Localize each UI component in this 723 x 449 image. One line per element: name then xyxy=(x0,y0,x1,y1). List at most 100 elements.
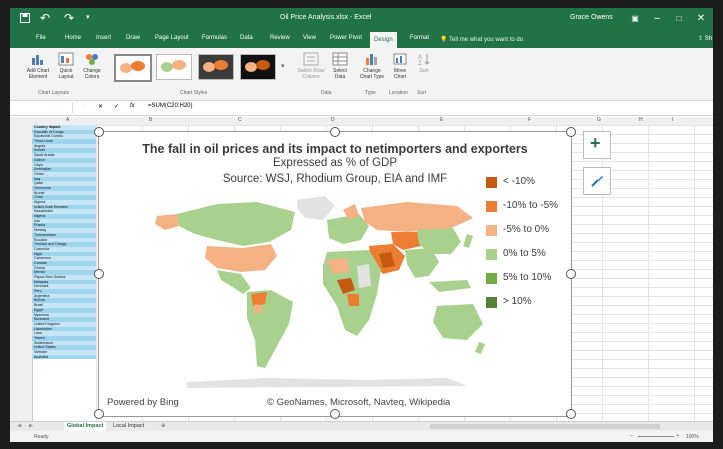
tab-format[interactable]: Format xyxy=(410,35,429,41)
tab-design[interactable]: Design xyxy=(370,32,397,48)
legend-swatch xyxy=(486,273,497,284)
sheet-tab-local-impact[interactable]: Local Impact xyxy=(110,422,147,431)
chart-type-icon xyxy=(366,54,377,65)
chart-style-2[interactable] xyxy=(156,54,192,80)
insert-function-icon[interactable]: fx xyxy=(130,103,135,109)
close-icon[interactable]: ✕ xyxy=(692,11,710,27)
zoom-in-icon[interactable]: + xyxy=(676,433,679,439)
minimize-icon[interactable]: – xyxy=(648,11,666,27)
chart-styles-more-icon[interactable]: ▾ xyxy=(281,62,285,70)
zoom-out-icon[interactable]: − xyxy=(630,433,633,439)
name-box[interactable] xyxy=(12,102,73,113)
zoom-slider[interactable] xyxy=(638,436,674,437)
select-data-label: Select Data xyxy=(333,68,347,80)
world-map[interactable] xyxy=(147,190,487,390)
user-name[interactable]: Grace Owens xyxy=(570,14,613,21)
undo-icon[interactable]: ↶ xyxy=(40,11,50,25)
column-header-a[interactable]: A xyxy=(66,117,69,123)
add-sheet-icon[interactable]: ⊕ xyxy=(158,422,169,431)
resize-handle-w[interactable] xyxy=(94,269,104,279)
quick-layout-button[interactable]: Quick Layout xyxy=(54,52,78,80)
legend-item[interactable]: -10% to -5% xyxy=(486,200,576,214)
chart-style-1[interactable] xyxy=(114,54,152,82)
tab-power-pivot[interactable]: Power Pivot xyxy=(330,35,362,41)
map-thumbnail-icon xyxy=(203,60,228,72)
cancel-icon[interactable]: ✕ xyxy=(98,103,103,110)
formula-input[interactable]: =SUM(C20:H20) xyxy=(148,103,193,109)
tab-formulas[interactable]: Formulas xyxy=(202,35,227,41)
tab-home[interactable]: Home xyxy=(65,35,81,41)
resize-handle-nw[interactable] xyxy=(94,127,104,137)
resize-handle-se[interactable] xyxy=(566,409,576,419)
window-title: Oil Price Analysis.xlsx - Excel xyxy=(280,14,372,21)
resize-handle-ne[interactable] xyxy=(566,127,576,137)
quick-layout-label: Quick Layout xyxy=(58,68,74,80)
tell-me-box[interactable]: 💡 Tell me what you want to do xyxy=(440,36,523,43)
column-header-c[interactable]: C xyxy=(238,117,242,123)
redo-icon[interactable]: ↷ xyxy=(64,11,74,25)
tab-page-layout[interactable]: Page Layout xyxy=(155,35,189,41)
legend-label: 0% to 5% xyxy=(503,248,546,259)
tab-file[interactable]: File xyxy=(36,35,46,41)
chart-style-4[interactable] xyxy=(240,54,276,80)
add-chart-element-button[interactable]: Add Chart Element xyxy=(26,52,50,80)
row-headers[interactable] xyxy=(10,125,33,421)
maximize-icon[interactable]: □ xyxy=(670,11,688,27)
legend-label: > 10% xyxy=(503,296,532,307)
column-header-d[interactable]: D xyxy=(331,117,335,123)
change-colors-button[interactable]: Change Colors xyxy=(80,52,104,80)
resize-handle-s[interactable] xyxy=(330,409,340,419)
sheet-scroll-left-icon[interactable]: ◀ xyxy=(14,422,24,431)
legend-item[interactable]: < -10% xyxy=(486,176,576,190)
horizontal-scrollbar[interactable] xyxy=(430,424,660,429)
chart-subtitle[interactable]: Expressed as % of GDP xyxy=(99,157,571,169)
chart-styles-button[interactable] xyxy=(583,167,611,195)
tab-draw[interactable]: Draw xyxy=(126,35,140,41)
group-location: Location xyxy=(389,90,408,96)
chart-style-3[interactable] xyxy=(198,54,234,80)
brush-icon xyxy=(591,176,603,187)
tab-review[interactable]: Review xyxy=(270,35,290,41)
move-chart-button[interactable]: Move Chart xyxy=(388,52,412,80)
tab-insert[interactable]: Insert xyxy=(96,35,111,41)
tab-view[interactable]: View xyxy=(303,35,316,41)
legend-item[interactable]: -5% to 0% xyxy=(486,224,576,238)
sort-button[interactable]: AZ Sort xyxy=(412,52,436,74)
select-data-button[interactable]: Select Data xyxy=(328,52,352,80)
map-chart[interactable]: The fall in oil prices and its impact to… xyxy=(98,131,572,417)
map-thumbnail-icon xyxy=(161,60,186,72)
palette-icon xyxy=(86,54,98,65)
legend-item[interactable]: 5% to 10% xyxy=(486,272,576,286)
change-chart-type-label: Change Chart Type xyxy=(359,68,385,80)
legend-item[interactable]: 0% to 5% xyxy=(486,248,576,262)
ribbon-options-icon[interactable]: ▣ xyxy=(626,11,644,27)
status-bar: Ready − + 100% xyxy=(10,431,713,442)
column-header-f[interactable]: F xyxy=(528,117,531,123)
switch-row-column-button[interactable]: Switch Row/ Column xyxy=(296,52,326,80)
column-header-g[interactable]: G xyxy=(597,117,601,123)
group-type: Type xyxy=(365,90,376,96)
resize-handle-sw[interactable] xyxy=(94,409,104,419)
zoom-level[interactable]: 100% xyxy=(686,434,699,440)
resize-handle-n[interactable] xyxy=(330,127,340,137)
legend-swatch xyxy=(486,297,497,308)
save-icon[interactable] xyxy=(20,12,30,26)
sheet-scroll-right-icon[interactable]: ▶ xyxy=(26,422,36,431)
list-item[interactable]: Australia xyxy=(32,354,96,360)
column-header-h[interactable]: H xyxy=(639,117,643,123)
chart-elements-button[interactable]: + xyxy=(583,131,611,159)
resize-handle-e[interactable] xyxy=(566,269,576,279)
sort-label: Sort xyxy=(419,68,429,74)
column-header-b[interactable]: B xyxy=(149,117,152,123)
chart-title[interactable]: The fall in oil prices and its impact to… xyxy=(99,142,571,156)
tab-data[interactable]: Data xyxy=(240,35,253,41)
column-header-i[interactable]: I xyxy=(672,117,673,123)
map-thumbnail-icon xyxy=(120,61,145,73)
column-header-e[interactable]: E xyxy=(440,117,443,123)
legend-item[interactable]: > 10% xyxy=(486,296,576,310)
formula-bar-menu-icon[interactable]: ⋮ xyxy=(82,104,86,109)
quick-access-dropdown-icon[interactable]: ▾ xyxy=(86,13,90,21)
share-button[interactable]: ⇪ Sh xyxy=(698,35,712,42)
enter-icon[interactable]: ✓ xyxy=(114,103,119,110)
change-chart-type-button[interactable]: Change Chart Type xyxy=(358,52,386,80)
